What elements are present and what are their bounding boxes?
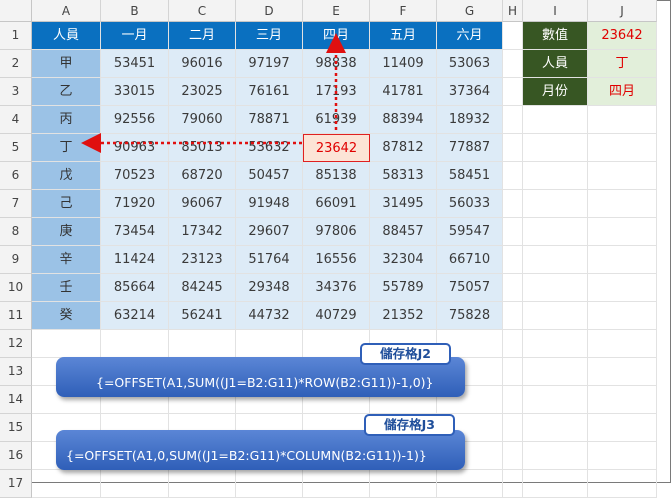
annotation-arrows: [81, 33, 346, 153]
